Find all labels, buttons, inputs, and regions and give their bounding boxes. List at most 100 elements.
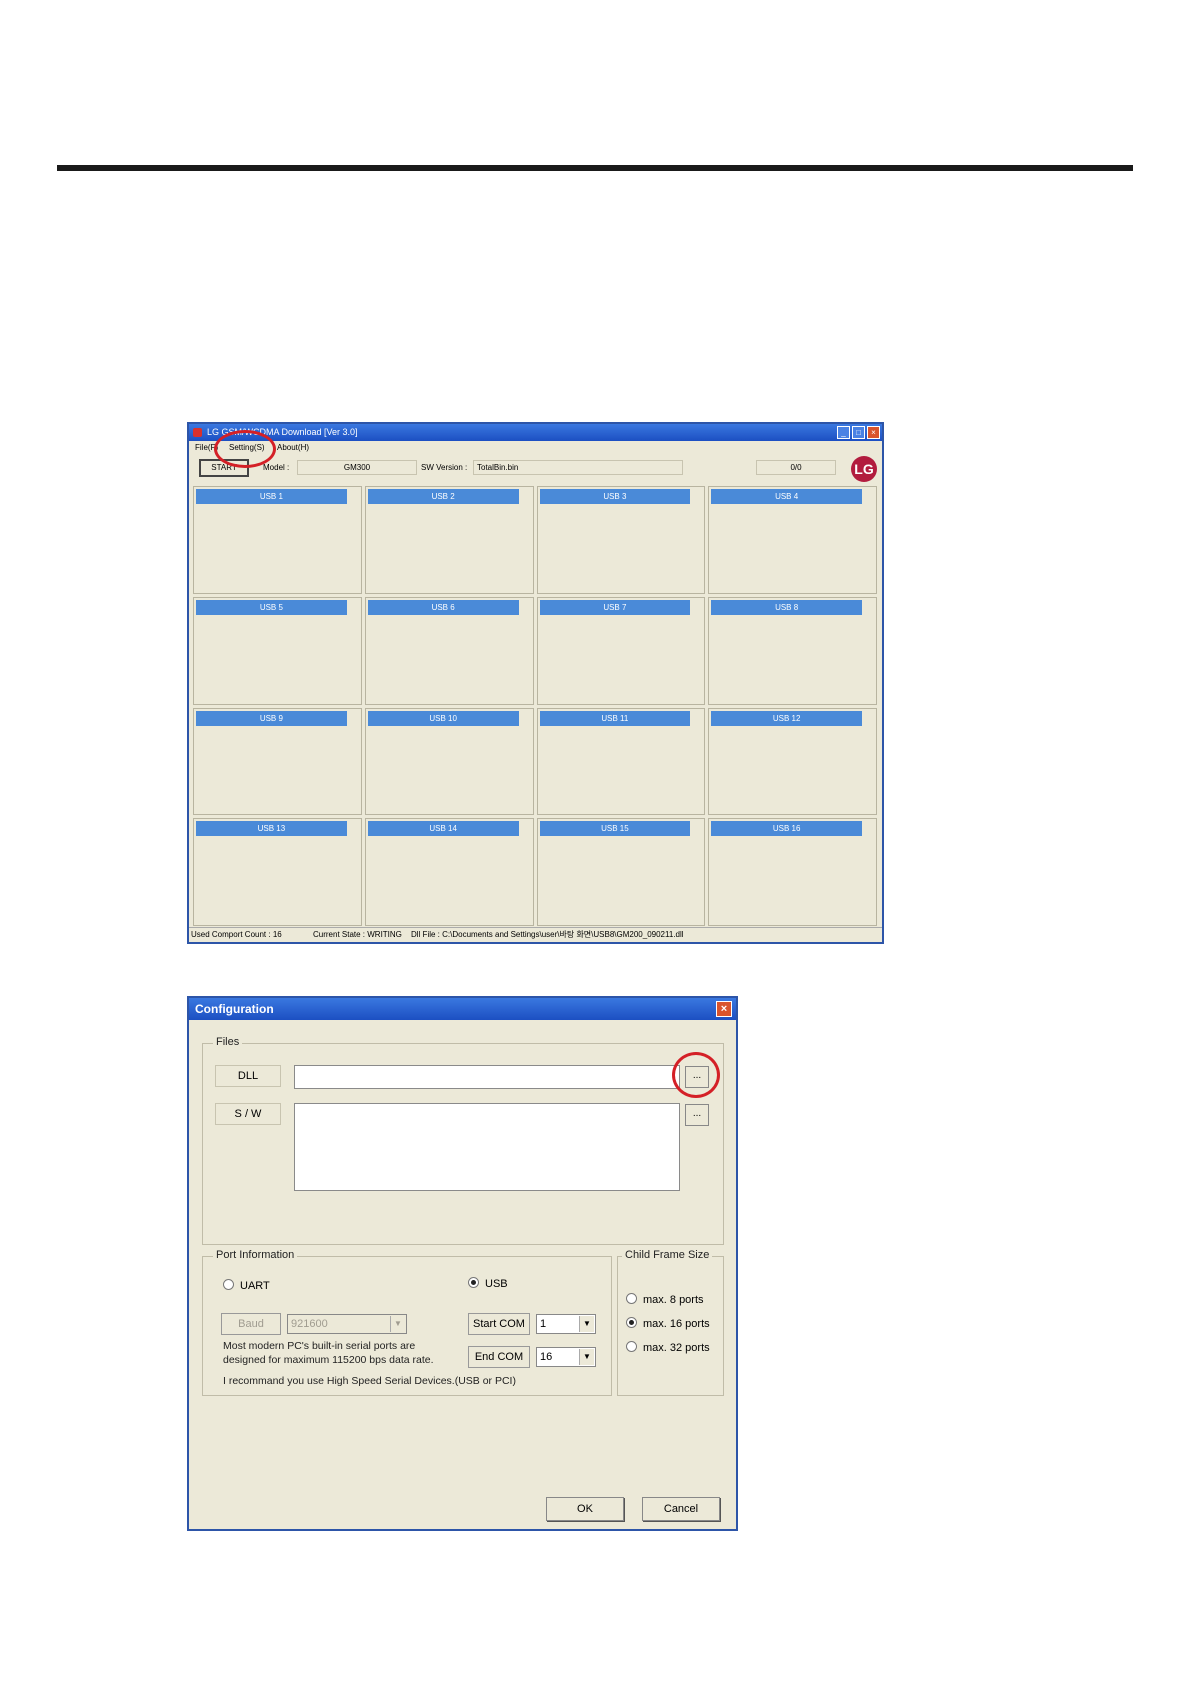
max-16-ports-radio[interactable]: max. 16 ports xyxy=(626,1317,710,1331)
child-frame-size-title: Child Frame Size xyxy=(622,1249,713,1261)
usb-slot-header: USB 9 xyxy=(196,710,347,726)
radio-on-icon xyxy=(626,1317,637,1328)
configuration-titlebar: Configuration × xyxy=(189,998,736,1020)
start-com-select[interactable]: 1 ▼ xyxy=(536,1314,596,1334)
usb-slot: USB 10 xyxy=(364,707,534,816)
max-8-ports-radio[interactable]: max. 8 ports xyxy=(626,1293,704,1307)
usb-slot-header: USB 8 xyxy=(711,599,862,615)
child-frame-size-group: Child Frame Size max. 8 ports max. 16 po… xyxy=(617,1249,724,1396)
baud-button: Baud xyxy=(221,1313,281,1335)
sw-version-label: SW Version : xyxy=(421,463,468,472)
note-line-3: I recommand you use High Speed Serial De… xyxy=(223,1375,516,1387)
note-line-2: designed for maximum 115200 bps data rat… xyxy=(223,1354,434,1366)
radio-off-icon xyxy=(223,1279,234,1290)
status-current-state: Current State : WRITING xyxy=(313,930,402,939)
status-bar: Used Comport Count : 16 Current State : … xyxy=(189,927,882,942)
max-32-ports-radio[interactable]: max. 32 ports xyxy=(626,1341,710,1355)
usb-slot-header: USB 1 xyxy=(196,489,347,504)
end-com-button: End COM xyxy=(468,1346,530,1368)
end-com-select[interactable]: 16 ▼ xyxy=(536,1347,596,1367)
status-comport-count: Used Comport Count : 16 xyxy=(191,930,282,939)
cancel-button[interactable]: Cancel xyxy=(642,1497,720,1521)
setting-menu-highlight-circle xyxy=(214,430,276,468)
usb-slot-header: USB 6 xyxy=(367,599,519,615)
port-information-title: Port Information xyxy=(213,1249,298,1261)
max-32-ports-label: max. 32 ports xyxy=(643,1342,710,1354)
usb-slot: USB 12 xyxy=(708,707,877,816)
start-com-value: 1 xyxy=(540,1318,547,1330)
usb-radio[interactable]: USB xyxy=(468,1277,508,1291)
files-group: Files DLL ... S / W ... xyxy=(202,1036,724,1245)
usb-slot-header: USB 4 xyxy=(711,489,862,504)
usb-slot: USB 15 xyxy=(536,818,706,926)
usb-slot: USB 9 xyxy=(193,707,362,816)
top-divider-rule xyxy=(57,165,1133,171)
note-line-1: Most modern PC's built-in serial ports a… xyxy=(223,1340,416,1352)
usb-slot: USB 6 xyxy=(364,596,534,705)
usb-slot: USB 4 xyxy=(708,486,877,594)
usb-slot: USB 7 xyxy=(536,596,706,705)
download-window-titlebar: LG GSM/WCDMA Download [Ver 3.0] _ □ × xyxy=(189,424,882,441)
usb-slot-header: USB 7 xyxy=(539,599,691,615)
usb-slot-header: USB 15 xyxy=(539,821,691,837)
usb-slot-grid: USB 1 USB 2 USB 3 USB 4 USB 5 USB 6 USB … xyxy=(193,486,877,926)
configuration-dialog: Configuration × Files DLL ... S / W ... … xyxy=(187,996,738,1531)
ok-button[interactable]: OK xyxy=(546,1497,624,1521)
chevron-down-icon: ▼ xyxy=(390,1316,405,1332)
usb-slot: USB 1 xyxy=(193,486,362,594)
lg-logo: LG xyxy=(851,456,877,482)
minimize-button[interactable]: _ xyxy=(837,426,850,439)
files-group-title: Files xyxy=(213,1036,243,1048)
configuration-title: Configuration xyxy=(195,1002,274,1016)
toolbar: START Model : GM300 SW Version : TotalBi… xyxy=(189,456,882,482)
end-com-value: 16 xyxy=(540,1351,553,1363)
usb-slot-header: USB 13 xyxy=(196,821,347,837)
usb-slot-header: USB 3 xyxy=(539,489,691,504)
radio-on-icon xyxy=(468,1277,479,1288)
sw-browse-button[interactable]: ... xyxy=(685,1104,709,1126)
app-icon xyxy=(193,428,202,437)
menu-bar: File(F) Setting(S) About(H) xyxy=(189,441,882,455)
download-window: LG GSM/WCDMA Download [Ver 3.0] _ □ × Fi… xyxy=(187,422,884,944)
uart-radio[interactable]: UART xyxy=(223,1279,270,1293)
usb-slot: USB 14 xyxy=(364,818,534,926)
model-field: GM300 xyxy=(297,460,417,475)
radio-off-icon xyxy=(626,1293,637,1304)
sw-version-field: TotalBin.bin xyxy=(473,460,683,475)
status-dll-file: Dll File : C:\Documents and Settings\use… xyxy=(411,930,684,939)
menu-about[interactable]: About(H) xyxy=(277,441,309,455)
progress-counter: 0/0 xyxy=(756,460,836,475)
dll-browse-highlight-circle xyxy=(672,1052,720,1098)
port-information-group: Port Information UART USB Baud 921600 ▼ S… xyxy=(202,1249,612,1396)
sw-path-input[interactable] xyxy=(294,1103,680,1191)
baud-select: 921600 ▼ xyxy=(287,1314,407,1334)
max-8-ports-label: max. 8 ports xyxy=(643,1294,704,1306)
usb-label: USB xyxy=(485,1278,508,1290)
usb-slot: USB 16 xyxy=(708,818,877,926)
radio-off-icon xyxy=(626,1341,637,1352)
usb-slot: USB 5 xyxy=(193,596,362,705)
usb-slot: USB 2 xyxy=(364,486,534,594)
usb-slot: USB 11 xyxy=(536,707,706,816)
usb-slot-header: USB 12 xyxy=(711,710,862,726)
max-16-ports-label: max. 16 ports xyxy=(643,1318,710,1330)
start-com-button: Start COM xyxy=(468,1313,530,1335)
sw-label: S / W xyxy=(215,1103,281,1125)
close-button[interactable]: × xyxy=(867,426,880,439)
usb-slot-header: USB 16 xyxy=(711,821,862,837)
usb-slot-header: USB 11 xyxy=(539,710,691,726)
uart-label: UART xyxy=(240,1280,270,1292)
dll-label: DLL xyxy=(215,1065,281,1087)
baud-value: 921600 xyxy=(291,1318,328,1330)
usb-slot-header: USB 5 xyxy=(196,599,347,615)
usb-slot: USB 8 xyxy=(708,596,877,705)
chevron-down-icon: ▼ xyxy=(579,1316,594,1332)
usb-slot-header: USB 2 xyxy=(367,489,519,504)
dll-path-input[interactable] xyxy=(294,1065,680,1089)
usb-slot-header: USB 14 xyxy=(367,821,519,837)
dialog-close-button[interactable]: × xyxy=(716,1001,732,1017)
model-label: Model : xyxy=(263,463,290,472)
usb-slot: USB 3 xyxy=(536,486,706,594)
maximize-button[interactable]: □ xyxy=(852,426,865,439)
usb-slot-header: USB 10 xyxy=(367,710,519,726)
